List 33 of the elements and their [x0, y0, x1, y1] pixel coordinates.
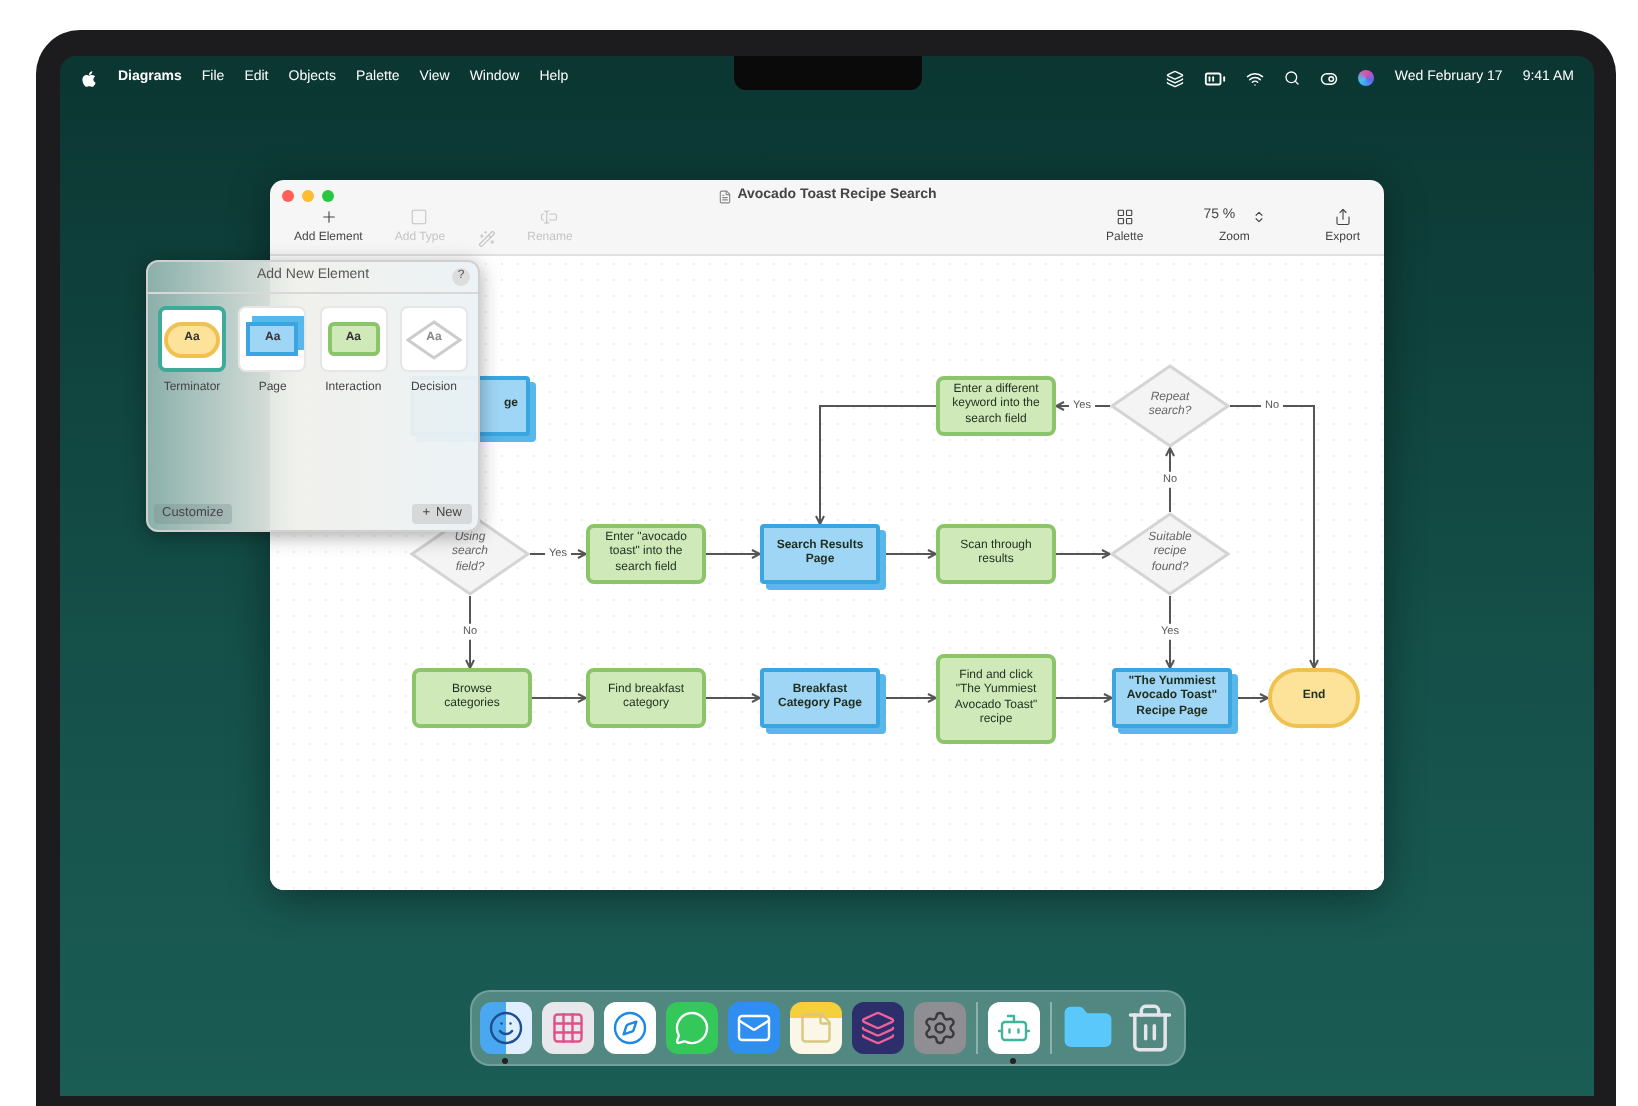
- connector-arrow: [705, 693, 761, 703]
- search-icon[interactable]: [1284, 70, 1301, 86]
- connector-arrow: [1165, 595, 1175, 669]
- connector-arrow: [1055, 549, 1111, 559]
- siri-icon[interactable]: [1358, 70, 1375, 86]
- battery-icon[interactable]: [1204, 67, 1227, 89]
- compass-icon[interactable]: [603, 1002, 655, 1054]
- share-icon: [1333, 208, 1352, 226]
- gear-icon[interactable]: [913, 1002, 965, 1054]
- notepad-icon[interactable]: [789, 1002, 841, 1054]
- zoom-button[interactable]: [322, 190, 334, 202]
- document-icon: [717, 189, 732, 204]
- finder-icon[interactable]: [479, 1002, 531, 1054]
- text-field-icon: [540, 208, 559, 226]
- connector-arrow: [705, 549, 761, 559]
- connector-arrow: [531, 693, 587, 703]
- control-center-icon[interactable]: [1320, 69, 1339, 87]
- wand-icon: [477, 230, 496, 248]
- stepper-icon: [1251, 209, 1266, 223]
- launchpad-icon[interactable]: [541, 1002, 593, 1054]
- rectangle-icon: [410, 208, 429, 226]
- robot-icon[interactable]: [987, 1002, 1039, 1054]
- connector-arrow: [1055, 693, 1113, 703]
- plus-icon: [319, 208, 338, 226]
- grid-icon: [1115, 208, 1134, 226]
- speech-bubble-icon[interactable]: [665, 1002, 717, 1054]
- trash-icon[interactable]: [1123, 1002, 1175, 1054]
- apple-icon[interactable]: [80, 69, 98, 87]
- connector-arrow: [815, 405, 937, 525]
- close-button[interactable]: [282, 190, 294, 202]
- envelope-icon[interactable]: [727, 1002, 779, 1054]
- wifi-icon[interactable]: [1246, 69, 1265, 87]
- layers-icon[interactable]: [1166, 69, 1185, 87]
